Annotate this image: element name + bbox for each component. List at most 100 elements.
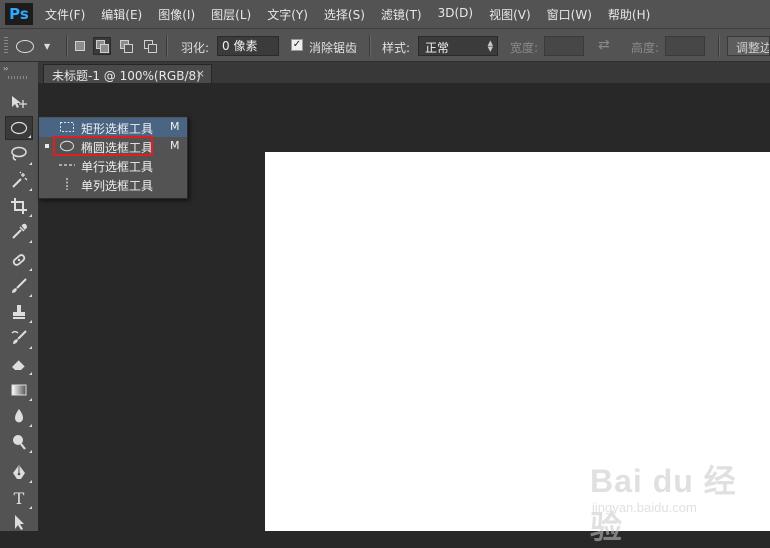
eyedropper-tool[interactable]: [5, 220, 33, 244]
menu-edit[interactable]: 编辑(E): [101, 6, 142, 23]
rectangular-marquee-icon: [60, 122, 74, 132]
submenu-indicator-icon: [29, 240, 32, 243]
marquee-tool-flyout: 矩形选框工具 M 椭圆选框工具 M 单行选框工具 单列选框工具: [38, 116, 188, 199]
intersect-selection-icon: [144, 40, 157, 53]
healing-brush-icon: [12, 254, 26, 266]
submenu-indicator-icon: [29, 480, 32, 483]
dodge-tool[interactable]: [5, 430, 33, 454]
menu-file[interactable]: 文件(F): [45, 6, 85, 23]
brush-icon: [12, 278, 27, 293]
pen-icon: [13, 465, 25, 479]
clone-stamp-tool[interactable]: [5, 300, 33, 324]
magic-wand-tool[interactable]: [5, 168, 33, 192]
new-selection-icon: [75, 41, 85, 51]
history-brush-icon: [11, 330, 27, 344]
menu-help[interactable]: 帮助(H): [608, 6, 650, 23]
style-select[interactable]: 正常 ▲ ▼: [418, 36, 498, 56]
refine-edge-button[interactable]: 调整边: [727, 36, 770, 56]
flyout-item-label: 单行选框工具: [81, 160, 154, 174]
close-icon[interactable]: ×: [196, 67, 205, 80]
elliptical-marquee-tool[interactable]: [5, 116, 33, 140]
submenu-indicator-icon: [29, 450, 32, 453]
lasso-tool[interactable]: [5, 142, 33, 166]
shortcut-key: M: [170, 120, 180, 133]
menu-image[interactable]: 图像(I): [158, 6, 195, 23]
menu-window[interactable]: 窗口(W): [547, 6, 592, 23]
lasso-icon: [11, 146, 27, 161]
tools-panel: ›› T: [0, 62, 38, 531]
width-input: [544, 36, 584, 56]
type-tool[interactable]: T: [5, 486, 33, 510]
flyout-item-rectangular-marquee[interactable]: 矩形选框工具 M: [39, 118, 187, 137]
menu-view[interactable]: 视图(V): [489, 6, 531, 23]
options-grip[interactable]: [4, 37, 8, 55]
toolbar-grip[interactable]: [8, 76, 28, 79]
options-bar: ▼ 羽化: 0 像素 ✓ 消除锯齿 样式: 正常 ▲ ▼ 宽度: ⇄ 高度: 调整…: [0, 28, 770, 62]
submenu-indicator-icon: [29, 214, 32, 217]
healing-brush-tool[interactable]: [5, 248, 33, 272]
menu-select[interactable]: 选择(S): [324, 6, 365, 23]
move-tool[interactable]: [5, 90, 33, 114]
menu-3d[interactable]: 3D(D): [438, 6, 473, 23]
new-selection-button[interactable]: [71, 37, 89, 55]
highlight-annotation-box: [53, 136, 153, 156]
menu-layer[interactable]: 图层(L): [211, 6, 251, 23]
document-tab[interactable]: 未标题-1 @ 100%(RGB/8) ×: [43, 64, 212, 83]
gradient-icon: [11, 384, 27, 396]
path-selection-tool[interactable]: [5, 510, 33, 534]
add-to-selection-icon: [96, 40, 109, 53]
submenu-indicator-icon: [29, 372, 32, 375]
feather-input[interactable]: 0 像素: [217, 36, 279, 56]
elliptical-marquee-icon: [10, 121, 28, 135]
brush-tool[interactable]: [5, 274, 33, 298]
flyout-item-label: 单列选框工具: [81, 179, 154, 193]
feather-label: 羽化:: [181, 41, 210, 55]
collapse-panel-icon[interactable]: ››: [3, 64, 9, 73]
add-to-selection-button[interactable]: [93, 37, 111, 55]
flyout-item-label: 矩形选框工具: [81, 122, 154, 136]
pen-tool[interactable]: [5, 460, 33, 484]
submenu-indicator-icon: [29, 424, 32, 427]
divider: [369, 35, 371, 57]
updown-arrow-icon: ▲ ▼: [487, 39, 493, 53]
submenu-indicator-icon: [29, 162, 32, 165]
flyout-item-single-row-marquee[interactable]: 单行选框工具: [39, 156, 187, 175]
active-tool-bullet-icon: [45, 144, 49, 148]
submenu-indicator-icon: [29, 188, 32, 191]
gradient-tool[interactable]: [5, 378, 33, 402]
shortcut-key: M: [170, 139, 180, 152]
chevron-down-icon: ▼: [44, 41, 51, 51]
divider: [718, 35, 720, 57]
divider: [66, 35, 68, 57]
submenu-indicator-icon: [29, 346, 32, 349]
divider: [166, 35, 168, 57]
move-icon: [12, 96, 27, 108]
tool-preset-picker[interactable]: ▼: [16, 36, 62, 56]
menu-type[interactable]: 文字(Y): [267, 6, 308, 23]
photoshop-logo: Ps: [5, 3, 33, 25]
flyout-item-single-column-marquee[interactable]: 单列选框工具: [39, 175, 187, 194]
ellipse-marquee-preset-icon: [16, 39, 34, 53]
blur-tool[interactable]: [5, 404, 33, 428]
menu-filter[interactable]: 滤镜(T): [381, 6, 422, 23]
antialias-checkbox[interactable]: ✓: [291, 39, 303, 51]
antialias-label: 消除锯齿: [309, 41, 358, 55]
submenu-indicator-icon: [29, 294, 32, 297]
subtract-selection-icon: [120, 40, 133, 53]
eraser-tool[interactable]: [5, 352, 33, 376]
document-tab-bar: 未标题-1 @ 100%(RGB/8) ×: [38, 62, 770, 83]
eyedropper-icon: [12, 223, 27, 239]
crop-tool[interactable]: [5, 194, 33, 218]
watermark-url: jingyan.baidu.com: [592, 500, 697, 515]
type-icon: T: [13, 488, 25, 508]
submenu-indicator-icon: [29, 320, 32, 323]
subtract-from-selection-button[interactable]: [117, 37, 135, 55]
clone-stamp-icon: [13, 305, 25, 319]
intersect-selection-button[interactable]: [141, 37, 159, 55]
single-column-marquee-icon: [66, 178, 68, 190]
style-select-value: 正常: [425, 41, 450, 55]
history-brush-tool[interactable]: [5, 326, 33, 350]
submenu-indicator-icon: [29, 506, 32, 509]
magic-wand-icon: [12, 171, 28, 188]
blur-icon: [15, 409, 23, 423]
